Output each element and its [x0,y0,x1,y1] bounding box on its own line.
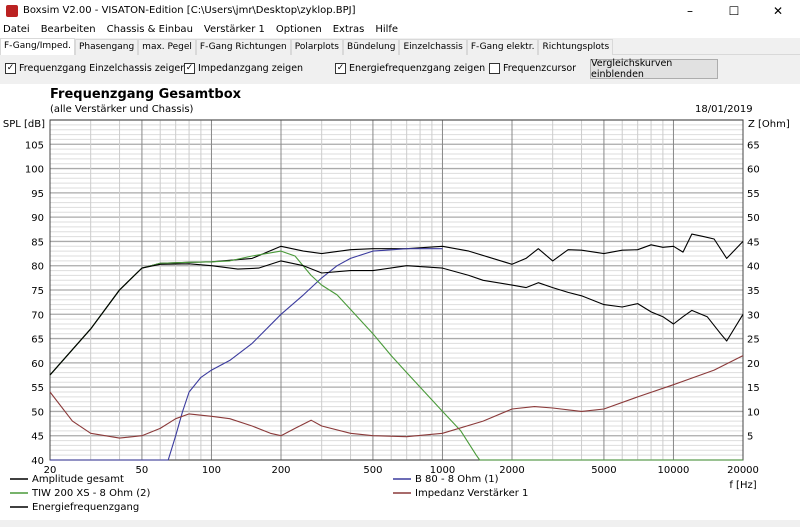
y2-tick-label: 40 [747,262,760,273]
tab-phasengang[interactable]: Phasengang [74,39,139,55]
x-tick-label: 2000 [499,465,524,476]
frequency-response-chart: Frequenzgang Gesamtbox (alle Verstärker u… [3,87,790,513]
y-tick-label: 45 [31,432,44,443]
tab-polarplots[interactable]: Polarplots [290,39,344,55]
y-tick-label: 105 [25,140,44,151]
tab-bar: F-Gang/Imped. Phasengang max. Pegel F-Ga… [0,38,800,55]
y2-tick-label: 30 [747,310,760,321]
y2-tick-label: 5 [747,432,753,443]
menu-chassis[interactable]: Chassis & Einbau [107,24,193,35]
x-tick-label: 10000 [658,465,690,476]
y-tick-label: 50 [31,407,44,418]
window-title: Boxsim V2.00 - VISATON-Edition [C:\Users… [23,5,356,16]
menu-extras[interactable]: Extras [333,24,365,35]
y-tick-label: 100 [25,165,44,176]
x-tick-label: 100 [202,465,221,476]
checkbox-box[interactable]: ✓ [184,63,195,74]
tab-max-pegel[interactable]: max. Pegel [138,39,196,55]
x-tick-label: 50 [136,465,149,476]
title-bar: Boxsim V2.00 - VISATON-Edition [C:\Users… [0,0,800,21]
legend-item: Energiefrequenzgang [32,502,139,513]
menu-hilfe[interactable]: Hilfe [375,24,398,35]
y2-axis-label: Z [Ohm] [748,119,790,130]
x-tick-label: 200 [271,465,290,476]
checkbox-frequenzcursor[interactable]: Frequenzcursor [489,63,576,74]
compare-curves-button[interactable]: Vergleichskurven einblenden [590,58,718,80]
legend-item: TIW 200 XS - 8 Ohm (2) [31,488,150,499]
legend-item: B 80 - 8 Ohm (1) [415,474,499,485]
y-tick-label: 40 [31,456,44,467]
series-line-2 [49,250,743,461]
checkbox-box[interactable]: ✓ [5,63,16,74]
checkbox-box[interactable]: ✓ [335,63,346,74]
tab-fgang-imped[interactable]: F-Gang/Imped. [0,38,75,55]
y-axis-label: SPL [dB] [3,119,45,130]
y2-tick-label: 20 [747,359,760,370]
legend-item: Impedanz Verstärker 1 [415,488,528,499]
checkbox-impedanz[interactable]: ✓ Impedanzgang zeigen [184,63,303,74]
y2-tick-label: 55 [747,189,760,200]
y-tick-label: 80 [31,262,44,273]
y-tick-label: 75 [31,286,44,297]
y2-tick-label: 25 [747,335,760,346]
menu-bar: Datei Bearbeiten Chassis & Einbau Verstä… [0,21,800,38]
chart-subtitle: (alle Verstärker und Chassis) [50,104,194,115]
y2-tick-label: 65 [747,140,760,151]
y2-tick-label: 10 [747,407,760,418]
checkbox-energie[interactable]: ✓ Energiefrequenzgang zeigen [335,63,485,74]
y2-tick-label: 35 [747,286,760,297]
options-bar: ✓ Frequenzgang Einzelchassis zeigen ✓ Impe… [0,56,800,82]
legend-item: Amplitude gesamt [32,474,124,485]
chart-panel: Frequenzgang Gesamtbox (alle Verstärker u… [0,84,800,520]
y-tick-label: 55 [31,383,44,394]
y-tick-label: 65 [31,335,44,346]
tab-fgang-richtungen[interactable]: F-Gang Richtungen [195,39,291,55]
tab-richtungsplots[interactable]: Richtungsplots [538,39,614,55]
x-axis-label: f [Hz] [729,480,756,491]
y2-tick-label: 60 [747,165,760,176]
y-tick-label: 95 [31,189,44,200]
chart-title: Frequenzgang Gesamtbox [50,87,242,102]
menu-verstaerker[interactable]: Verstärker 1 [204,24,265,35]
menu-optionen[interactable]: Optionen [276,24,322,35]
minimize-button[interactable]: – [668,0,712,21]
maximize-button[interactable]: ☐ [712,0,756,21]
x-tick-label: 5000 [591,465,616,476]
chart-date: 18/01/2019 [695,104,753,115]
y2-tick-label: 15 [747,383,760,394]
y-tick-label: 90 [31,213,44,224]
x-tick-label: 500 [363,465,382,476]
y-tick-label: 70 [31,310,44,321]
tab-fgang-elektr[interactable]: F-Gang elektr. [466,39,539,55]
tab-einzelchassis[interactable]: Einzelchassis [399,39,467,55]
y-tick-label: 60 [31,359,44,370]
close-button[interactable]: ✕ [756,0,800,21]
app-icon [6,4,18,17]
tab-buendelung[interactable]: Bündelung [343,39,400,55]
y2-tick-label: 50 [747,213,760,224]
y-tick-label: 85 [31,237,44,248]
menu-bearbeiten[interactable]: Bearbeiten [41,24,96,35]
menu-datei[interactable]: Datei [3,24,30,35]
checkbox-einzelchassis[interactable]: ✓ Frequenzgang Einzelchassis zeigen [5,63,186,74]
x-tick-label: 20000 [727,465,759,476]
y2-tick-label: 45 [747,237,760,248]
checkbox-box[interactable] [489,63,500,74]
